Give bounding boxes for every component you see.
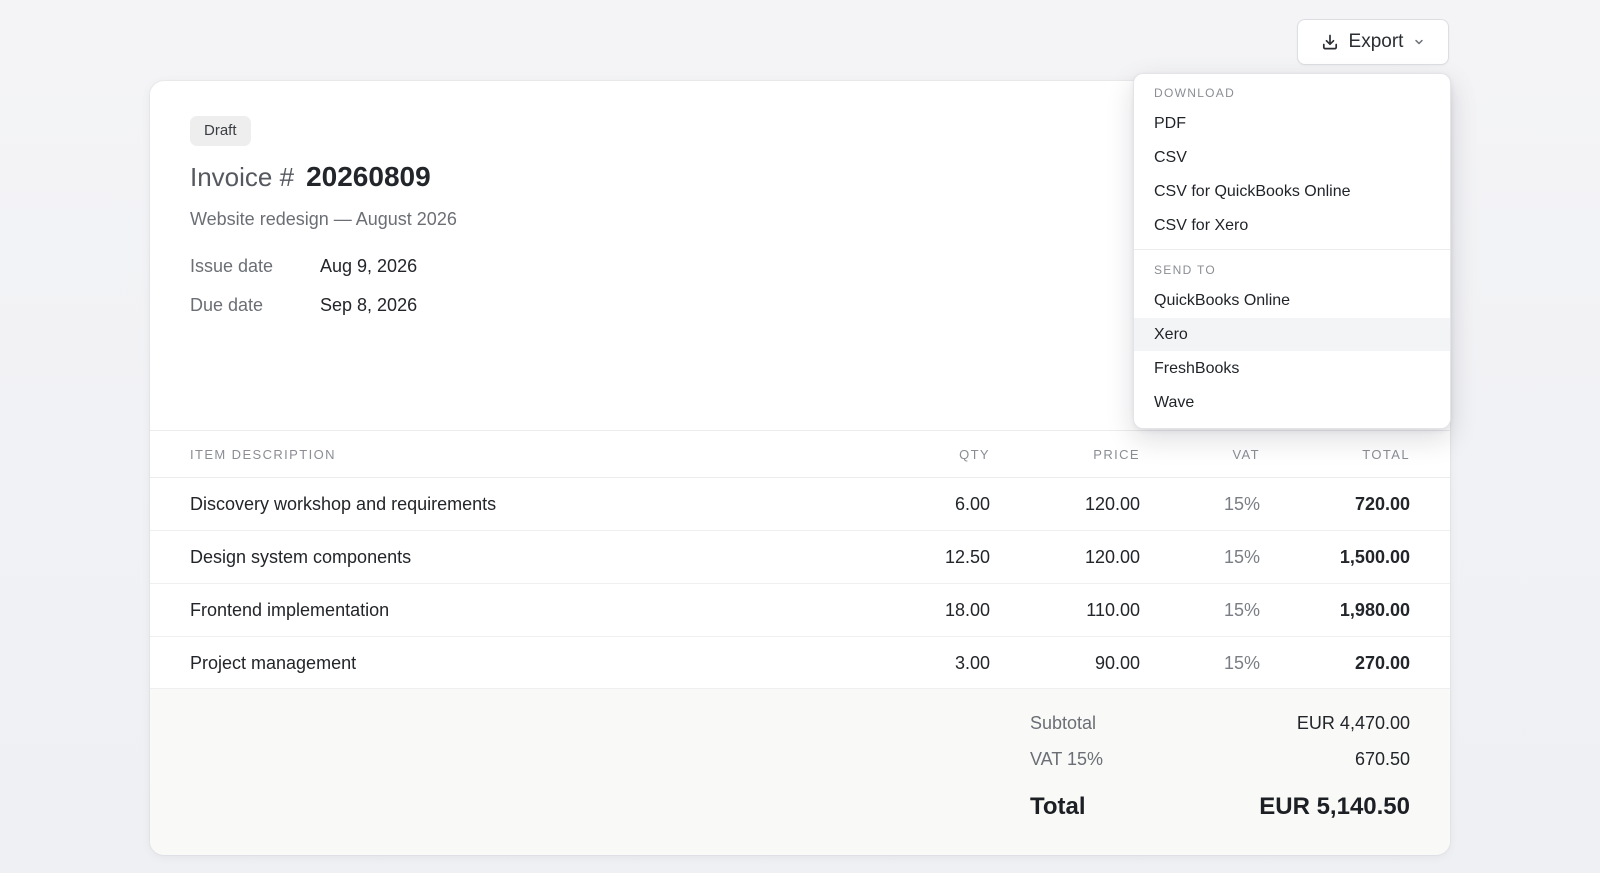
row-total: 1,980.00 — [1339, 599, 1410, 620]
header-price: PRICE — [1093, 446, 1140, 462]
due-date-row: Due date Sep 8, 2026 — [190, 295, 417, 316]
invoice-subtitle: Website redesign — August 2026 — [190, 209, 457, 229]
chevron-down-icon — [1413, 36, 1425, 48]
row-price: 120.00 — [1084, 546, 1140, 567]
export-button[interactable]: Export — [1297, 19, 1449, 65]
table-row: Project management 3.00 90.00 15% 270.00 — [150, 637, 1450, 689]
total-value: EUR 5,140.50 — [1259, 793, 1410, 820]
due-date-label: Due date — [190, 295, 264, 315]
header-total: TOTAL — [1362, 446, 1410, 462]
menu-item-csv-xero[interactable]: CSV for Xero — [1134, 209, 1450, 242]
table-row: Frontend implementation 18.00 110.00 15%… — [150, 584, 1450, 637]
row-qty: 3.00 — [954, 652, 990, 673]
header-qty: QTY — [959, 446, 990, 462]
line-items-table: ITEM DESCRIPTION QTY PRICE VAT TOTAL Dis… — [150, 430, 1450, 689]
issue-date-label: Issue date — [190, 256, 274, 276]
row-vat: 15% — [1223, 652, 1260, 673]
row-price: 90.00 — [1094, 652, 1140, 673]
row-description: Project management — [190, 652, 357, 673]
menu-item-csv[interactable]: CSV — [1134, 141, 1450, 174]
total-row: Total EUR 5,140.50 — [1030, 793, 1410, 821]
menu-item-xero[interactable]: Xero — [1134, 318, 1450, 351]
table-row: Discovery workshop and requirements 6.00… — [150, 478, 1450, 531]
export-menu: DOWNLOAD PDF CSV CSV for QuickBooks Onli… — [1133, 73, 1451, 429]
menu-item-pdf[interactable]: PDF — [1134, 107, 1450, 140]
row-vat: 15% — [1223, 546, 1260, 567]
menu-divider — [1134, 249, 1450, 250]
menu-item-wave[interactable]: Wave — [1134, 386, 1450, 419]
row-qty: 18.00 — [944, 599, 990, 620]
download-icon — [1321, 33, 1339, 51]
row-description: Discovery workshop and requirements — [190, 493, 497, 514]
row-description: Design system components — [190, 546, 412, 567]
header-description: ITEM DESCRIPTION — [190, 446, 336, 462]
menu-item-csv-quickbooks[interactable]: CSV for QuickBooks Online — [1134, 175, 1450, 208]
subtotal-value: EUR 4,470.00 — [1296, 713, 1410, 733]
row-price: 120.00 — [1084, 493, 1140, 514]
subtotal-row: Subtotal EUR 4,470.00 — [1030, 713, 1410, 734]
due-date-value: Sep 8, 2026 — [320, 295, 418, 315]
row-total: 270.00 — [1354, 652, 1410, 673]
issue-date-row: Issue date Aug 9, 2026 — [190, 256, 417, 277]
vat-label: VAT 15% — [1030, 749, 1104, 769]
issue-date-value: Aug 9, 2026 — [320, 256, 418, 276]
send-to-section-label: SEND TO — [1154, 263, 1217, 277]
table-row: Design system components 12.50 120.00 15… — [150, 531, 1450, 584]
row-qty: 12.50 — [944, 546, 990, 567]
row-total: 720.00 — [1354, 493, 1410, 514]
menu-item-freshbooks[interactable]: FreshBooks — [1134, 352, 1450, 385]
subtotal-label: Subtotal — [1030, 713, 1097, 733]
row-vat: 15% — [1223, 493, 1260, 514]
row-total: 1,500.00 — [1339, 546, 1410, 567]
header-vat: VAT — [1232, 446, 1260, 462]
status-badge: Draft — [190, 116, 251, 146]
row-price: 110.00 — [1086, 599, 1140, 620]
total-label: Total — [1030, 793, 1086, 820]
page-title: Invoice # 20260809 — [190, 161, 431, 193]
menu-item-quickbooks-online[interactable]: QuickBooks Online — [1134, 284, 1450, 317]
row-description: Frontend implementation — [190, 599, 390, 620]
vat-row: VAT 15% 670.50 — [1030, 749, 1410, 770]
row-vat: 15% — [1223, 599, 1260, 620]
invoice-title-prefix: Invoice # — [190, 162, 295, 192]
invoice-summary: Subtotal EUR 4,470.00 VAT 15% 670.50 Tot… — [150, 688, 1450, 855]
download-section-label: DOWNLOAD — [1154, 86, 1236, 100]
row-qty: 6.00 — [954, 493, 990, 514]
invoice-number: 20260809 — [306, 161, 431, 192]
export-button-label: Export — [1348, 31, 1404, 52]
vat-value: 670.50 — [1354, 749, 1410, 769]
table-header: ITEM DESCRIPTION QTY PRICE VAT TOTAL — [150, 430, 1450, 478]
